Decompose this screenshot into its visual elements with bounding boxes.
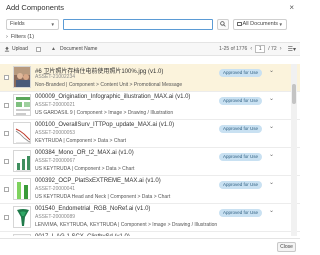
dialog-header: Add Components × (0, 0, 300, 15)
status-badge: Approved for Use (219, 97, 262, 105)
pagination: 1-25 of 1776 ‹ 1 / 72 › ☰▾ (219, 45, 296, 53)
close-icon[interactable]: × (289, 3, 294, 12)
asset-title[interactable]: 000009_Origination_Infographic_illustrat… (35, 94, 190, 100)
row-checkbox[interactable] (4, 187, 9, 192)
list-item[interactable]: 0017_L AG 1 SCX_ClinthySd (v1.0)Approved… (0, 232, 300, 236)
add-components-dialog: Add Components × Fields ▼ All Documents … (0, 0, 300, 255)
dialog-footer: Close (0, 238, 300, 255)
chevron-down-icon: ▼ (278, 21, 283, 27)
asset-thumbnail[interactable] (13, 94, 31, 116)
upload-button[interactable]: Upload (4, 46, 32, 52)
search-input[interactable] (63, 18, 213, 30)
asset-thumbnail[interactable] (13, 150, 31, 172)
asset-title[interactable]: 0017_L AG 1 SCX_ClinthySd (v1.0) (35, 234, 130, 236)
column-header-document-name[interactable]: Document Name (60, 46, 98, 52)
chevron-down-icon: ▼ (50, 21, 55, 27)
upload-icon (4, 46, 10, 52)
asset-title[interactable]: 000384_Mono_OR_t2_MAX.ai (v1.0) (35, 150, 134, 156)
results-list: #6 卫片照片存档住电前使用照片100%.jpg (v1.0) ASSET-210… (0, 64, 300, 236)
asset-category: LENVIMA, KEYTRUDA, KEYTRUDA | Component … (35, 222, 218, 228)
row-checkbox[interactable] (4, 75, 9, 80)
status-badge: Approved for Use (219, 209, 262, 217)
asset-category: KEYTRUDA | Component > Data > Chart (35, 138, 127, 144)
search-button[interactable] (217, 18, 229, 30)
select-all-checkbox[interactable] (36, 46, 41, 52)
asset-id: ASSET-20000021 (35, 102, 76, 108)
chevron-down-icon[interactable]: ⌄ (269, 151, 274, 158)
asset-id: ASSET-21002234 (35, 74, 76, 80)
result-range: 1-25 of 1776 (219, 46, 248, 52)
asset-category: US KEYTRUDA Head and Neck | Component > … (35, 194, 171, 200)
row-checkbox[interactable] (4, 215, 9, 220)
asset-thumbnail[interactable] (13, 234, 31, 236)
dialog-title: Add Components (6, 3, 64, 12)
asset-thumbnail[interactable] (13, 206, 31, 228)
asset-title[interactable]: 000392_OCP_PlatSxEXTREME_MAX.ai (v1.0) (35, 178, 161, 184)
filters-toggle[interactable]: › Filters (1) (0, 32, 300, 43)
results-toolbar: Upload ▲ Document Name 1-25 of 1776 ‹ 1 … (0, 43, 300, 56)
chevron-down-icon[interactable]: ⌄ (269, 123, 274, 130)
status-badge: Approved for Use (219, 153, 262, 161)
field-select-value: Fields (10, 21, 25, 27)
row-checkbox[interactable] (4, 159, 9, 164)
list-item[interactable]: 001540_Endometrial_RGB_NoRef.ai (v1.0) AS… (0, 204, 300, 232)
asset-id: ASSET-20000067 (35, 158, 76, 164)
field-select[interactable]: Fields ▼ (6, 18, 59, 30)
asset-id: ASSET-20000041 (35, 186, 76, 192)
chevron-down-icon[interactable]: ⌄ (269, 67, 274, 74)
row-checkbox[interactable] (4, 131, 9, 136)
asset-id: ASSET-20000089 (35, 214, 76, 220)
asset-category: Non-Branded | Component > Content Unit >… (35, 82, 183, 88)
asset-category: US KEYTRUDA | Component > Data > Chart (35, 166, 135, 172)
chevron-down-icon[interactable]: ⌄ (269, 207, 274, 214)
page-total: / 72 (268, 46, 277, 52)
close-button[interactable]: Close (277, 242, 296, 252)
previous-page-icon[interactable]: ‹ (250, 46, 252, 52)
page-input[interactable]: 1 (255, 45, 266, 53)
asset-title[interactable]: 001540_Endometrial_RGB_NoRef.ai (v1.0) (35, 206, 150, 212)
view-options-icon[interactable]: ☰▾ (288, 46, 296, 53)
status-badge: Approved for Use (219, 181, 262, 189)
status-badge: Approved for Use (219, 69, 262, 77)
filters-label: Filters (1) (10, 34, 35, 40)
asset-thumbnail[interactable] (13, 66, 31, 88)
list-item[interactable]: 000392_OCP_PlatSxEXTREME_MAX.ai (v1.0) AS… (0, 176, 300, 204)
search-bar: Fields ▼ All Documents ▼ (0, 18, 300, 30)
row-checkbox[interactable] (4, 103, 9, 108)
chevron-right-icon: › (6, 34, 8, 40)
list-item[interactable]: 000009_Origination_Infographic_illustrat… (0, 92, 300, 120)
list-item[interactable]: #6 卫片照片存档住电前使用照片100%.jpg (v1.0) ASSET-210… (0, 64, 300, 92)
asset-title[interactable]: 000100_OverallSurv_ITTPop_update_MAX.ai … (35, 122, 174, 128)
list-item[interactable]: 000384_Mono_OR_t2_MAX.ai (v1.0) ASSET-200… (0, 148, 300, 176)
sort-up-icon[interactable]: ▲ (51, 46, 56, 52)
scope-select[interactable]: All Documents ▼ (233, 18, 287, 30)
scope-select-value: All Documents (242, 21, 278, 27)
chevron-down-icon[interactable]: ⌄ (269, 95, 274, 102)
list-item[interactable]: 000100_OverallSurv_ITTPop_update_MAX.ai … (0, 120, 300, 148)
next-page-icon[interactable]: › (280, 46, 282, 52)
asset-id: ASSET-20000053 (35, 130, 76, 136)
asset-thumbnail[interactable] (13, 178, 31, 200)
scrollbar-thumb[interactable] (292, 84, 296, 104)
vertical-scrollbar[interactable] (291, 64, 297, 236)
asset-category: US GARDASIL 9 | Component > Image > Draw… (35, 110, 174, 116)
upload-label: Upload (12, 46, 28, 52)
documents-icon (237, 22, 242, 26)
search-icon (220, 21, 226, 27)
status-badge: Approved for Use (219, 125, 262, 133)
asset-thumbnail[interactable] (13, 122, 31, 144)
chevron-down-icon[interactable]: ⌄ (269, 235, 274, 236)
chevron-down-icon[interactable]: ⌄ (269, 179, 274, 186)
